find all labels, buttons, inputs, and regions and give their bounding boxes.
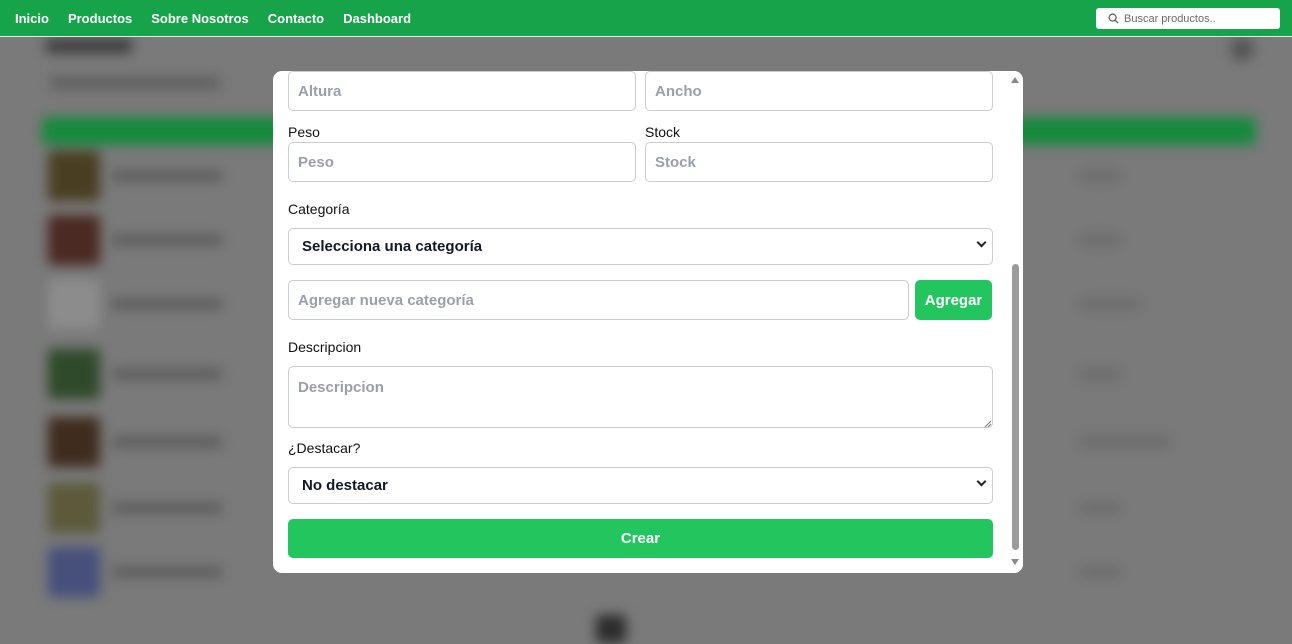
ancho-input[interactable] xyxy=(645,71,993,111)
chevron-down-icon xyxy=(976,476,987,487)
nav-link-dashboard[interactable]: Dashboard xyxy=(343,11,411,26)
agregar-categoria-button[interactable]: Agregar xyxy=(915,280,992,320)
nav-link-contacto[interactable]: Contacto xyxy=(268,11,324,26)
modal-scrollbar[interactable] xyxy=(1008,71,1023,573)
bg-pagination-active xyxy=(596,615,626,643)
peso-label: Peso xyxy=(288,124,320,140)
categoria-selected-value: Selecciona una categoría xyxy=(302,238,483,255)
categoria-select[interactable]: Selecciona una categoría xyxy=(288,228,993,265)
bg-filter-control xyxy=(50,77,220,89)
scroll-down-arrow[interactable] xyxy=(1011,559,1019,565)
nav-link-sobre-nosotros[interactable]: Sobre Nosotros xyxy=(151,11,249,26)
scroll-up-arrow[interactable] xyxy=(1011,77,1019,83)
search-box[interactable] xyxy=(1096,8,1280,29)
bg-page-title xyxy=(46,39,132,53)
peso-input[interactable] xyxy=(288,142,636,182)
create-product-modal: Peso Stock Categoría Selecciona una cate… xyxy=(273,71,1023,573)
destacar-select[interactable]: No destacar xyxy=(288,467,993,504)
nav-link-inicio[interactable]: Inicio xyxy=(15,11,49,26)
crear-button[interactable]: Crear xyxy=(288,519,993,558)
resize-grip-icon[interactable] xyxy=(984,420,992,428)
destacar-label: ¿Destacar? xyxy=(288,440,361,456)
stock-input[interactable] xyxy=(645,142,993,182)
chevron-down-icon xyxy=(976,237,987,248)
nav-link-productos[interactable]: Productos xyxy=(68,11,132,26)
nueva-categoria-input[interactable] xyxy=(288,280,909,320)
search-icon xyxy=(1108,13,1119,24)
stock-label: Stock xyxy=(645,124,681,140)
scroll-thumb[interactable] xyxy=(1012,264,1019,550)
destacar-selected-value: No destacar xyxy=(302,477,388,494)
bg-avatar xyxy=(1230,37,1254,61)
top-navbar: Inicio Productos Sobre Nosotros Contacto… xyxy=(0,0,1292,37)
search-input[interactable] xyxy=(1124,12,1274,25)
descripcion-label: Descripcion xyxy=(288,339,362,355)
descripcion-textarea[interactable] xyxy=(288,366,993,428)
altura-input[interactable] xyxy=(288,71,636,111)
categoria-label: Categoría xyxy=(288,201,350,217)
